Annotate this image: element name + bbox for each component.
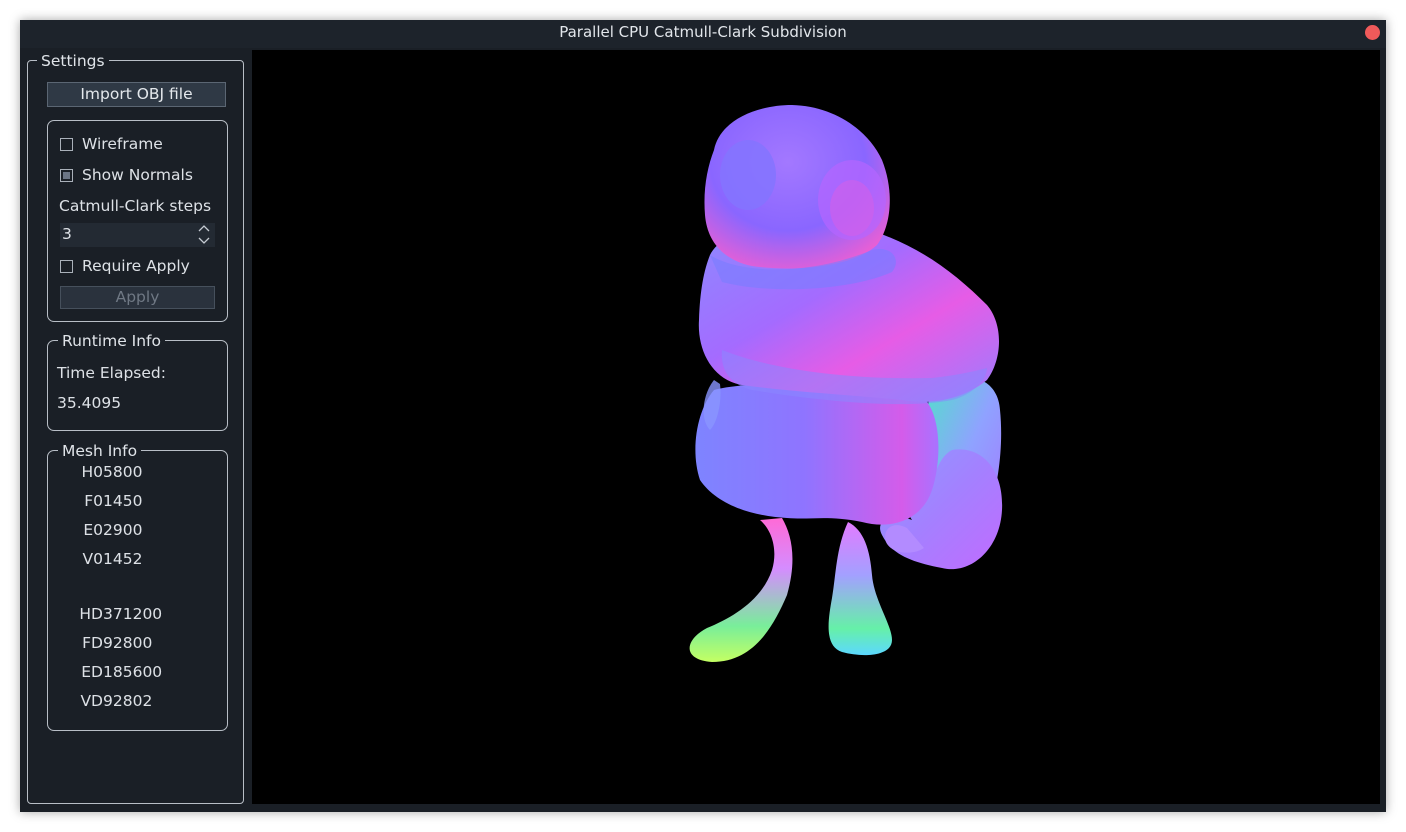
render-viewport[interactable]	[252, 50, 1380, 804]
mesh-value: 2900	[103, 521, 143, 539]
mesh-key: F0	[84, 492, 103, 510]
require-apply-label: Require Apply	[82, 257, 190, 275]
mesh-row-vd: VD 92802	[58, 692, 218, 712]
mesh-key: VD	[80, 692, 103, 710]
spin-arrows	[198, 224, 210, 246]
wireframe-label: Wireframe	[82, 135, 163, 153]
mesh-key: FD	[82, 634, 103, 652]
mesh-key: V0	[82, 550, 103, 568]
mesh-value: 185600	[103, 663, 163, 681]
mesh-row-fd: FD 92800	[58, 634, 218, 654]
app-window: Parallel CPU Catmull-Clark Subdivision S…	[20, 20, 1386, 812]
close-button[interactable]	[1365, 25, 1380, 40]
time-elapsed-value: 35.4095	[57, 394, 122, 412]
settings-legend: Settings	[37, 52, 109, 70]
mesh-row-f0: F0 1450	[58, 492, 218, 512]
chevron-down-icon[interactable]	[198, 235, 210, 245]
apply-button: Apply	[60, 286, 215, 309]
runtime-info-legend: Runtime Info	[58, 332, 166, 350]
catmull-clark-steps-spinbox[interactable]: 3	[60, 223, 215, 247]
mesh-key: E0	[83, 521, 103, 539]
mesh-key: H0	[81, 463, 103, 481]
mesh-row-ed: ED 185600	[58, 663, 218, 683]
mesh-value: 5800	[103, 463, 143, 481]
mesh-key: ED	[81, 663, 103, 681]
render-options-box: Wireframe Show Normals Catmull-Clark ste…	[47, 120, 228, 322]
mesh-value: 1450	[103, 492, 143, 510]
mesh-key: HD	[79, 605, 103, 623]
catmull-clark-steps-label: Catmull-Clark steps	[59, 197, 212, 215]
mesh-row-e0: E0 2900	[58, 521, 218, 541]
show-normals-label: Show Normals	[82, 166, 193, 184]
mesh-row-hd: HD 371200	[58, 605, 218, 625]
window-title: Parallel CPU Catmull-Clark Subdivision	[559, 23, 847, 41]
subdivided-mesh-render	[689, 105, 1003, 662]
mesh-info-box: Mesh Info H0 5800 F0 1450 E0 2900 V0 145…	[47, 442, 228, 731]
import-obj-button[interactable]: Import OBJ file	[47, 82, 226, 107]
mesh-row-v0: V0 1452	[58, 550, 218, 570]
require-apply-checkbox[interactable]	[60, 260, 73, 273]
chevron-up-icon[interactable]	[198, 224, 210, 234]
time-elapsed-label: Time Elapsed:	[57, 364, 166, 382]
runtime-info-box: Runtime Info Time Elapsed: 35.4095	[47, 332, 228, 431]
title-bar[interactable]: Parallel CPU Catmull-Clark Subdivision	[20, 20, 1386, 48]
show-normals-checkbox[interactable]	[60, 169, 73, 182]
mesh-value: 92802	[103, 692, 153, 710]
mesh-value: 92800	[103, 634, 153, 652]
steps-value: 3	[62, 225, 72, 243]
mesh-info-legend: Mesh Info	[58, 442, 142, 460]
wireframe-checkbox[interactable]	[60, 138, 73, 151]
mesh-row-h0: H0 5800	[58, 463, 218, 483]
settings-panel: Settings Import OBJ file Wireframe Show …	[27, 52, 244, 804]
mesh-value: 371200	[103, 605, 163, 623]
mesh-value: 1452	[103, 550, 143, 568]
